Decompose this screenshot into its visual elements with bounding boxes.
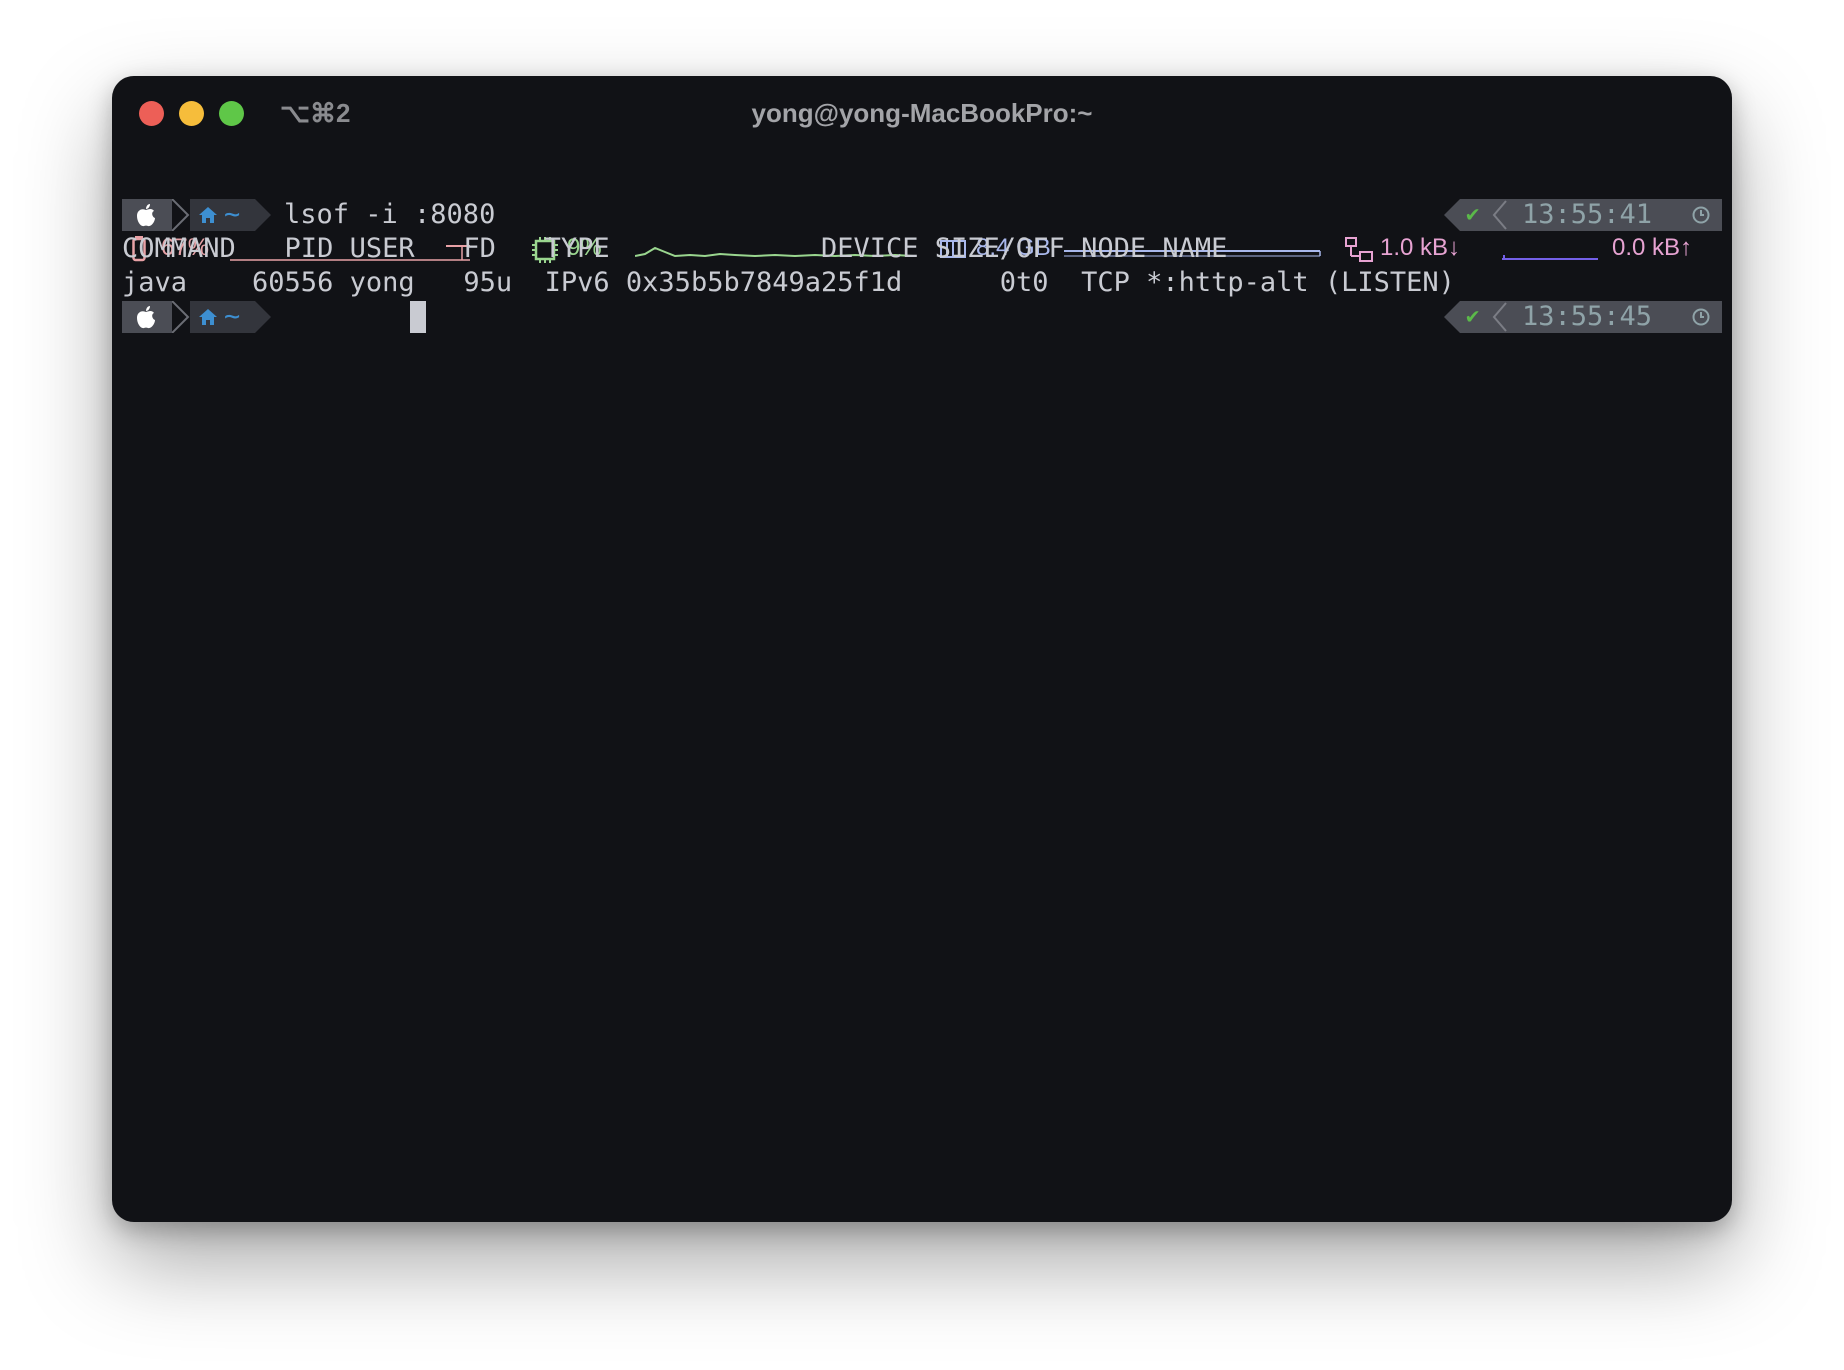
output-header-line: COMMAND PID USER FD TYPE DEVICE SIZE/OFF… [122, 233, 1228, 264]
segment-separator-left-icon [1492, 200, 1507, 230]
prompt-time: 13:55:45 [1522, 301, 1653, 332]
clock-icon [1692, 206, 1710, 224]
prompt-dir-segment: ~ [190, 301, 255, 333]
segment-arrow-left-icon [1444, 199, 1460, 231]
output-row-line: java 60556 yong 95u IPv6 0x35b5b7849a25f… [122, 267, 1455, 298]
prompt-dir: ~ [224, 199, 241, 230]
segment-arrow-left-icon [1444, 301, 1460, 333]
segment-arrow-icon [255, 199, 271, 231]
prompt-os-segment [122, 301, 172, 333]
home-icon [199, 207, 217, 223]
prompt-dir: ~ [224, 301, 241, 332]
window-title: yong@yong-MacBookPro:~ [751, 98, 1093, 128]
terminal-window: ⌥⌘2 yong@yong-MacBookPro:~ 67% 9% 8.4 GB… [112, 76, 1732, 1222]
right-prompt: ✔ 13:55:41 [1444, 199, 1722, 231]
segment-separator-left-icon [1492, 302, 1507, 332]
text-cursor [410, 301, 426, 333]
clock-icon [1692, 308, 1710, 326]
prompt-line: ~ ✔ 13:55:45 [122, 300, 1722, 334]
network-icon [1345, 237, 1373, 262]
prompt-os-segment [122, 199, 172, 231]
home-icon [199, 309, 217, 325]
title-bar: ⌥⌘2 yong@yong-MacBookPro:~ [112, 76, 1732, 152]
prompt-dir-segment: ~ [190, 199, 255, 231]
prompt-line: ~ lsof -i :8080 ✔ 13:55:41 [122, 198, 1722, 232]
segment-arrow-icon [255, 301, 271, 333]
network-up-value: 0.0 kB↑ [1612, 234, 1693, 261]
status-bar: 67% 9% 8.4 GB 1.0 kB↓ 0.0 kB↑ [112, 152, 1732, 263]
right-prompt-segment: ✔ 13:55:45 [1460, 301, 1722, 333]
command-text: lsof -i :8080 [284, 199, 496, 230]
segment-separator-icon [172, 301, 190, 333]
checkmark-icon: ✔ [1466, 202, 1480, 227]
prompt-time: 13:55:41 [1522, 199, 1653, 230]
apple-icon [137, 306, 155, 329]
apple-icon [137, 204, 155, 227]
right-prompt: ✔ 13:55:45 [1444, 301, 1722, 333]
right-prompt-segment: ✔ 13:55:41 [1460, 199, 1722, 231]
segment-separator-icon [172, 199, 190, 231]
checkmark-icon: ✔ [1466, 304, 1480, 329]
